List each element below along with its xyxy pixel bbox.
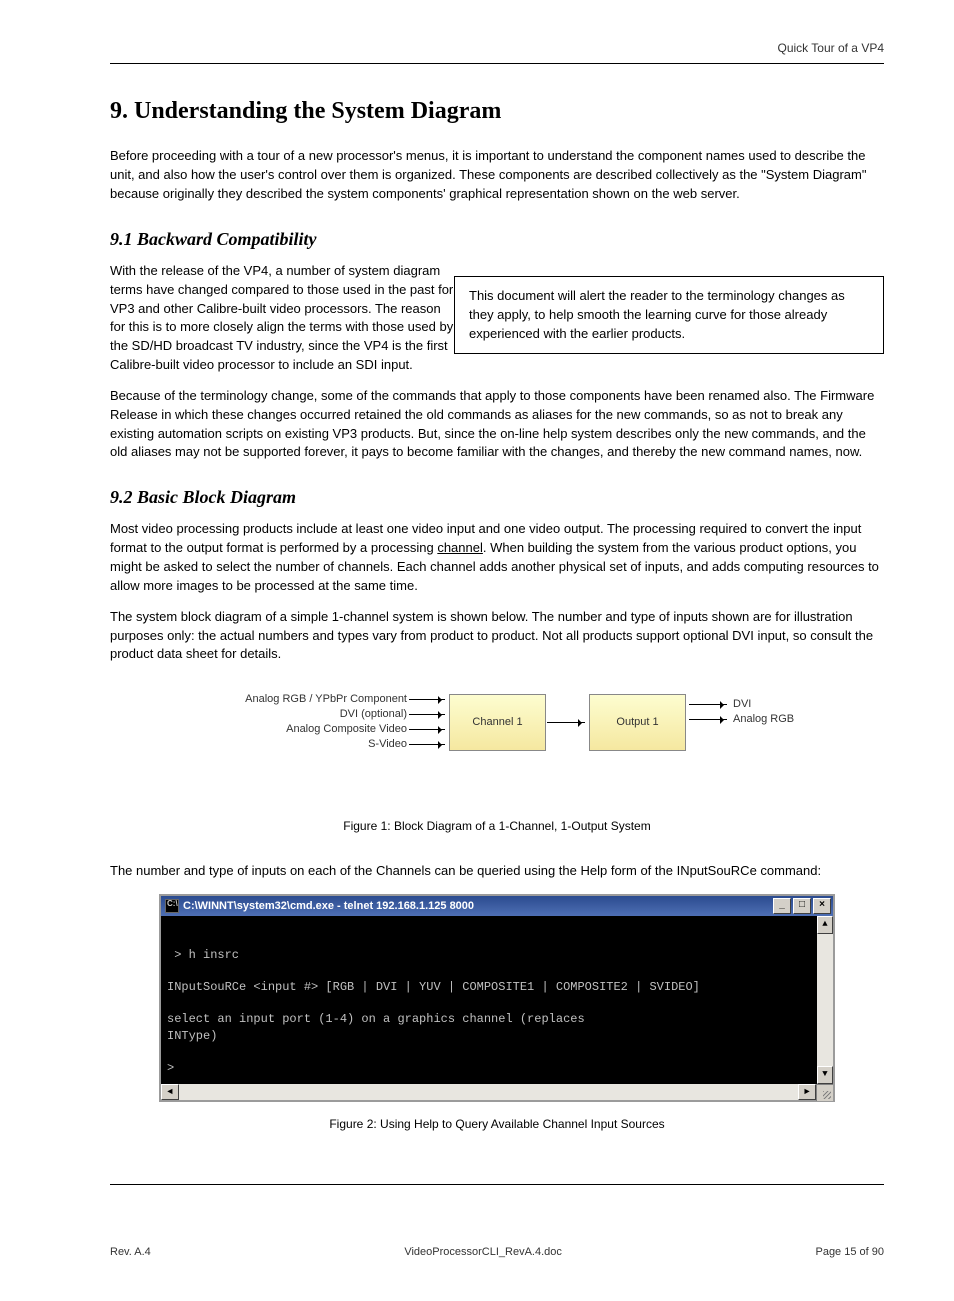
block-p1: Most video processing products include a… <box>110 520 884 595</box>
diagram-inputs: Analog RGB / YPbPr Component DVI (option… <box>245 692 407 752</box>
minimize-button[interactable]: _ <box>773 898 791 914</box>
arrow-icon <box>409 714 445 715</box>
block-diagram: Analog RGB / YPbPr Component DVI (option… <box>157 684 837 804</box>
diagram-input-0: Analog RGB / YPbPr Component <box>245 692 407 707</box>
horizontal-scrollbar[interactable]: ◄ ► <box>161 1084 833 1100</box>
heading-1: 9. Understanding the System Diagram <box>110 94 884 129</box>
diagram-channel-box: Channel 1 <box>449 694 546 751</box>
arrow-icon <box>689 719 727 720</box>
diagram-input-2: Analog Composite Video <box>245 722 407 737</box>
scroll-track[interactable] <box>179 1084 798 1100</box>
scroll-left-icon[interactable]: ◄ <box>161 1084 179 1100</box>
block-p2: The system block diagram of a simple 1-c… <box>110 608 884 665</box>
cmd-titlebar: C:\ C:\WINNT\system32\cmd.exe - telnet 1… <box>161 896 833 916</box>
arrow-icon <box>409 744 445 745</box>
arrow-icon <box>547 722 585 723</box>
page-footer: Rev. A.4 VideoProcessorCLI_RevA.4.doc Pa… <box>110 1245 884 1261</box>
bottom-rule <box>110 1184 884 1185</box>
arrow-icon <box>409 729 445 730</box>
scroll-down-icon[interactable]: ▼ <box>817 1066 833 1084</box>
page-header: Quick Tour of a VP4 <box>110 40 884 57</box>
scroll-up-icon[interactable]: ▲ <box>817 916 833 934</box>
callout-box: This document will alert the reader to t… <box>454 276 884 355</box>
cmd-system-icon: C:\ <box>165 899 179 913</box>
cmd-window: C:\ C:\WINNT\system32\cmd.exe - telnet 1… <box>159 894 835 1102</box>
arrow-icon <box>409 699 445 700</box>
scroll-right-icon[interactable]: ► <box>798 1084 816 1100</box>
diagram-outputs: DVI Analog RGB <box>733 697 794 727</box>
footer-center: VideoProcessorCLI_RevA.4.doc <box>404 1245 562 1261</box>
maximize-button[interactable]: □ <box>793 898 811 914</box>
diagram-output-0: DVI <box>733 697 794 712</box>
figure-2-caption: Figure 2: Using Help to Query Available … <box>110 1116 884 1133</box>
intro-paragraph: Before proceeding with a tour of a new p… <box>110 147 884 204</box>
arrow-icon <box>689 704 727 705</box>
channel-term-link[interactable]: channel <box>437 540 483 555</box>
resize-grip-icon[interactable] <box>816 1084 833 1101</box>
heading-2-backcompat: 9.1 Backward Compatibility <box>110 226 884 252</box>
cmd-title-text: C:\WINNT\system32\cmd.exe - telnet 192.1… <box>183 896 474 916</box>
footer-right: Page 15 of 90 <box>815 1245 884 1261</box>
diagram-input-3: S-Video <box>245 737 407 752</box>
top-rule <box>110 63 884 64</box>
figure-1-caption: Figure 1: Block Diagram of a 1-Channel, … <box>110 818 884 835</box>
heading-2-block: 9.2 Basic Block Diagram <box>110 484 884 510</box>
diagram-output-box: Output 1 <box>589 694 686 751</box>
block-p3: The number and type of inputs on each of… <box>110 862 884 881</box>
scroll-track[interactable] <box>817 934 833 1066</box>
backcompat-p2: Because of the terminology change, some … <box>110 387 884 462</box>
close-button[interactable]: × <box>813 898 831 914</box>
diagram-input-1: DVI (optional) <box>245 707 407 722</box>
footer-left: Rev. A.4 <box>110 1245 151 1261</box>
diagram-output-1: Analog RGB <box>733 712 794 727</box>
cmd-body[interactable]: > h insrc INputSouRCe <input #> [RGB | D… <box>161 916 817 1084</box>
vertical-scrollbar[interactable]: ▲ ▼ <box>817 916 833 1084</box>
